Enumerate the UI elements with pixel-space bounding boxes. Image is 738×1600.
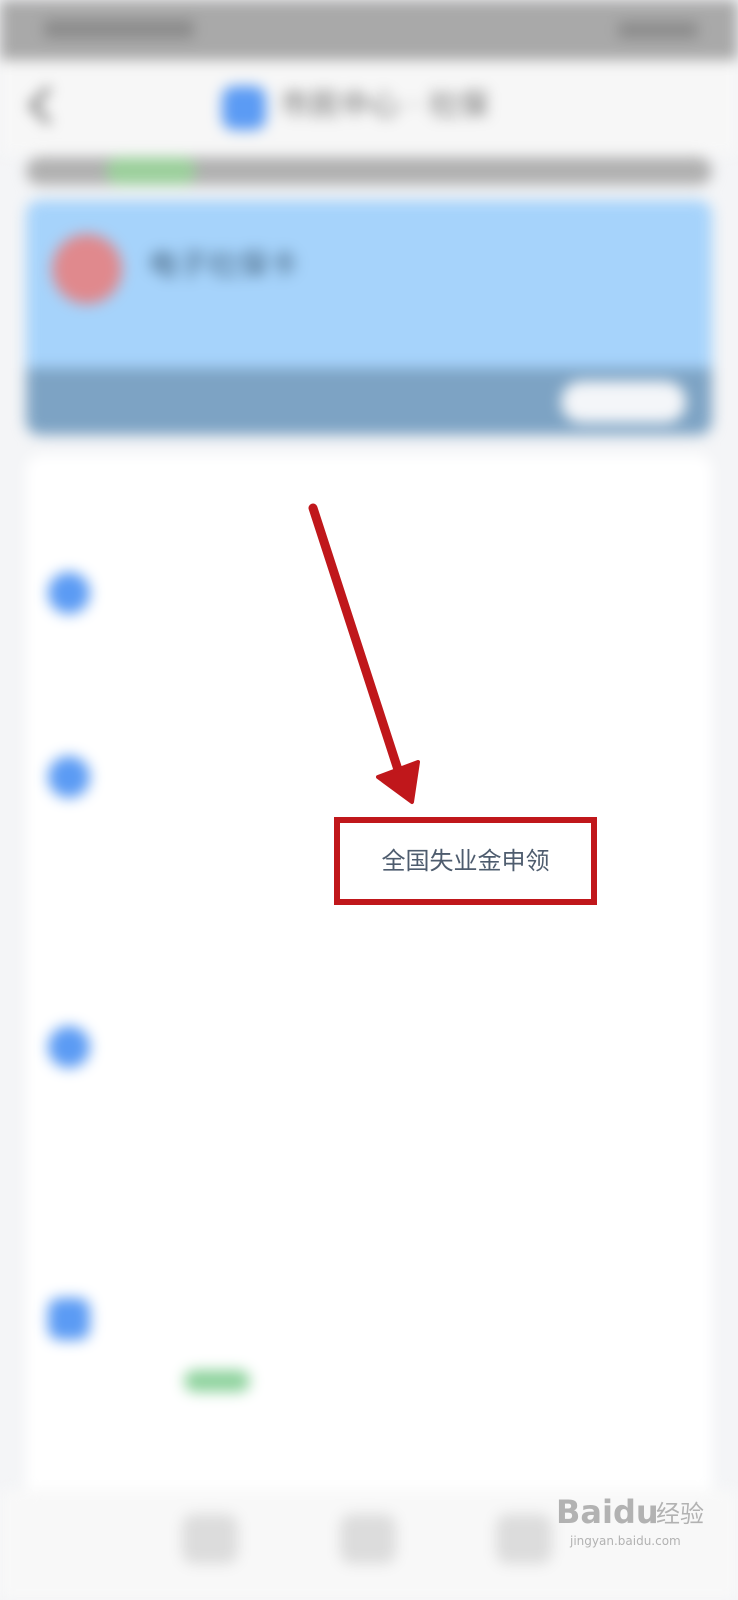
service-item[interactable] bbox=[374, 1385, 564, 1419]
group-1-icon bbox=[48, 572, 90, 614]
service-item[interactable] bbox=[48, 1385, 178, 1419]
tab-profile-icon[interactable] bbox=[496, 1514, 552, 1564]
new-badge bbox=[184, 1370, 250, 1392]
card-bottom-strip bbox=[26, 368, 712, 435]
app-logo-icon bbox=[222, 86, 266, 130]
more-services-link[interactable] bbox=[560, 480, 670, 512]
group-3-title bbox=[100, 1026, 280, 1066]
group-1-title bbox=[100, 572, 280, 612]
watermark-brand: Baidu bbox=[556, 1493, 659, 1531]
service-item[interactable] bbox=[48, 1200, 268, 1234]
service-item[interactable] bbox=[48, 1115, 213, 1149]
section-heading bbox=[48, 478, 248, 514]
unemployment-benefit-label: 全国失业金申领 bbox=[381, 847, 550, 875]
service-item[interactable] bbox=[48, 930, 238, 964]
tab-home-icon[interactable] bbox=[182, 1514, 238, 1564]
baidu-jingyan-watermark: Baidu 经验 jingyan.baidu.com bbox=[556, 1492, 716, 1552]
service-item[interactable] bbox=[48, 660, 158, 694]
blurred-background: 市民中心 · 社保 电子社保卡 bbox=[0, 0, 738, 1600]
service-item[interactable] bbox=[48, 845, 213, 879]
status-bar-left bbox=[44, 20, 194, 38]
group-3-icon bbox=[48, 1026, 90, 1068]
card-action-button[interactable] bbox=[561, 381, 686, 423]
service-item[interactable] bbox=[374, 660, 539, 694]
progress-bar bbox=[26, 157, 712, 185]
service-item[interactable] bbox=[374, 930, 594, 964]
back-arrow-icon[interactable] bbox=[28, 86, 67, 125]
watermark-cn: 经验 bbox=[656, 1500, 704, 1528]
page-title: 市民中心 · 社保 bbox=[280, 88, 489, 123]
progress-fill bbox=[106, 157, 196, 185]
card-emblem-icon bbox=[52, 234, 122, 304]
service-item[interactable] bbox=[374, 1115, 594, 1149]
tab-service-icon[interactable] bbox=[340, 1514, 396, 1564]
group-2-icon bbox=[48, 756, 90, 798]
screen: 市民中心 · 社保 电子社保卡 全国失业金申领 Baidu 经验 jingyan… bbox=[0, 0, 738, 1600]
group-2-title bbox=[100, 756, 280, 796]
highlighted-service-unemployment-benefit[interactable]: 全国失业金申领 bbox=[334, 817, 597, 905]
group-4-title bbox=[100, 1298, 280, 1338]
top-bar: 市民中心 · 社保 bbox=[0, 60, 738, 155]
status-bar-right bbox=[618, 22, 698, 38]
card-subtitle bbox=[48, 384, 468, 418]
status-bar bbox=[0, 0, 738, 60]
watermark-url: jingyan.baidu.com bbox=[570, 1534, 681, 1548]
card-title: 电子社保卡 bbox=[148, 248, 298, 283]
social-security-card[interactable]: 电子社保卡 bbox=[26, 200, 712, 435]
group-4-icon bbox=[48, 1298, 90, 1340]
